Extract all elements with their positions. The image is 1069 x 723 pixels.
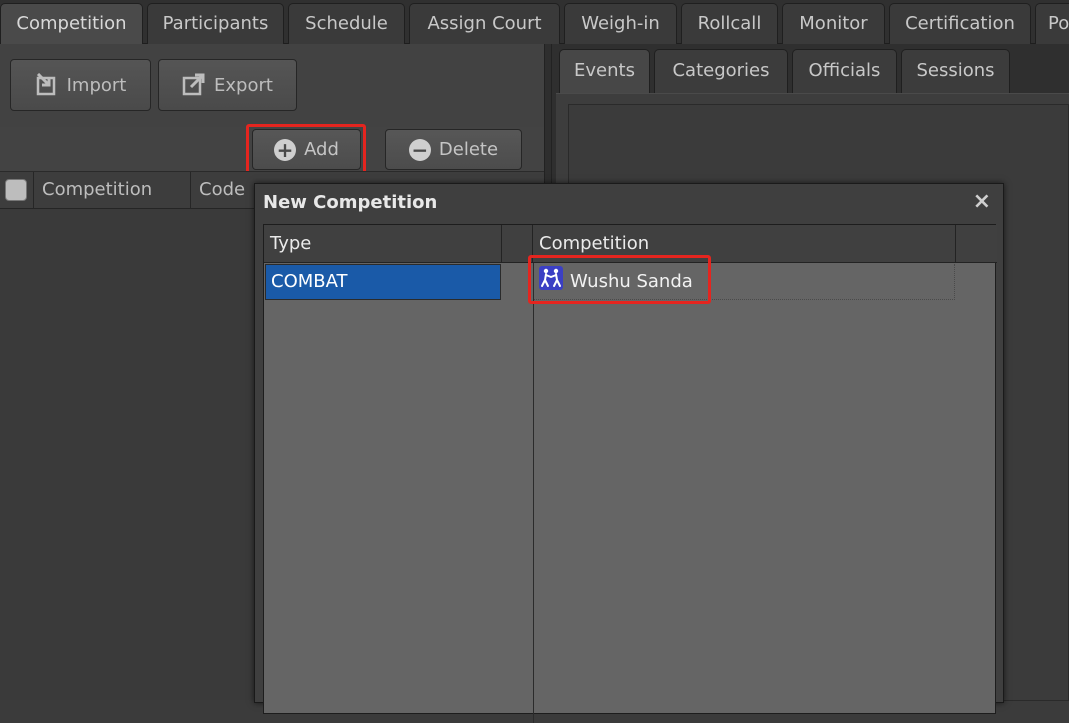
add-button-highlight [246, 124, 366, 177]
column-type: Type [264, 225, 502, 263]
column-separator [533, 263, 534, 723]
column-code[interactable]: Code [191, 172, 261, 209]
tab-weigh-in[interactable]: Weigh-in [564, 3, 677, 44]
delete-label: Delete [438, 139, 499, 160]
tab-sessions[interactable]: Sessions [901, 49, 1010, 93]
import-button[interactable]: Import [10, 59, 151, 111]
tab-po[interactable]: Po [1035, 3, 1069, 44]
tab-schedule[interactable]: Schedule [288, 3, 405, 44]
column-filler [956, 225, 997, 263]
tab-officials[interactable]: Officials [792, 49, 897, 93]
tab-assign-court[interactable]: Assign Court [409, 3, 560, 44]
dialog-title: New Competition [263, 192, 438, 213]
main-tab-bar: Competition Participants Schedule Assign… [0, 0, 1069, 44]
select-all-cell [0, 172, 34, 209]
export-icon [182, 73, 205, 96]
tab-certification[interactable]: Certification [889, 3, 1031, 44]
tab-categories[interactable]: Categories [654, 49, 788, 93]
tab-competition[interactable]: Competition [0, 3, 143, 44]
competition-item-highlight [528, 255, 711, 304]
column-competition[interactable]: Competition [34, 172, 191, 209]
import-icon [36, 73, 55, 96]
tab-events[interactable]: Events [559, 49, 650, 93]
import-label: Import [66, 74, 127, 96]
tab-rollcall[interactable]: Rollcall [681, 3, 778, 44]
import-export-toolbar: Import Export [0, 44, 544, 127]
delete-button[interactable]: − Delete [385, 129, 522, 170]
close-icon[interactable]: × [973, 189, 991, 214]
export-button[interactable]: Export [158, 59, 297, 111]
tab-participants[interactable]: Participants [147, 3, 284, 44]
tab-monitor[interactable]: Monitor [782, 3, 885, 44]
type-item-combat[interactable]: COMBAT [265, 264, 501, 300]
minus-circle-icon: − [408, 138, 431, 161]
select-all-checkbox[interactable] [5, 179, 27, 201]
add-delete-toolbar: + Add − Delete [0, 124, 544, 177]
export-label: Export [214, 74, 273, 96]
